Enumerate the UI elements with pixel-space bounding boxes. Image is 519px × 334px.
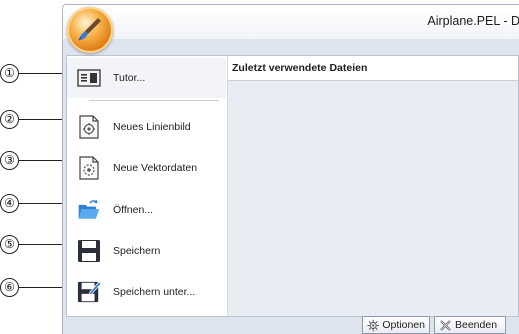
menu-item-save-as[interactable]: Speichern unter... xyxy=(67,272,226,312)
exit-button[interactable]: Beenden xyxy=(434,316,506,334)
callout-number: ① xyxy=(0,64,19,83)
menu-item-label: Öffnen... xyxy=(113,204,154,216)
tutor-icon xyxy=(77,66,101,90)
exit-label: Beenden xyxy=(455,319,498,331)
recent-files-header: Zuletzt verwendete Dateien xyxy=(228,56,518,81)
menu-item-label: Speichern xyxy=(113,245,161,257)
gear-icon xyxy=(367,319,379,331)
menu-item-tutor[interactable]: Tutor... xyxy=(67,58,226,98)
menu-item-label: Neues Linienbild xyxy=(113,121,191,133)
recent-files-pane: Zuletzt verwendete Dateien xyxy=(228,56,518,316)
new-vector-data-icon xyxy=(77,156,101,180)
callout-number: ④ xyxy=(0,194,19,213)
command-list: Tutor... Neues Linienbild Neue Vektordat… xyxy=(67,56,228,316)
menu-separator xyxy=(89,100,219,101)
app-window: Airplane.PEL - D Tutor... Neues Linienbi… xyxy=(62,4,519,334)
menu-item-label: Tutor... xyxy=(113,72,146,84)
save-disk-icon xyxy=(77,239,101,263)
callout-number: ⑤ xyxy=(0,235,19,254)
menu-item-label: Speichern unter... xyxy=(113,286,196,298)
menu-footer: Optionen Beenden xyxy=(63,316,519,334)
close-icon xyxy=(440,319,451,331)
title-bar: Airplane.PEL - D xyxy=(63,5,519,39)
menu-item-new-vector-data[interactable]: Neue Vektordaten xyxy=(67,148,226,188)
brush-icon xyxy=(78,18,101,41)
window-title: Airplane.PEL - D xyxy=(427,14,519,28)
callout-number: ③ xyxy=(0,151,19,170)
new-line-image-icon xyxy=(77,115,101,139)
menu-item-label: Neue Vektordaten xyxy=(113,162,198,174)
callout-number: ② xyxy=(0,110,19,129)
options-label: Optionen xyxy=(382,319,425,331)
save-as-icon xyxy=(77,280,101,304)
application-menu-button[interactable] xyxy=(67,7,113,53)
application-menu-panel: Tutor... Neues Linienbild Neue Vektordat… xyxy=(66,55,519,317)
callout-number: ⑥ xyxy=(0,278,19,297)
menu-item-open[interactable]: Öffnen... xyxy=(67,190,226,230)
menu-item-new-line-image[interactable]: Neues Linienbild xyxy=(67,107,226,147)
options-button[interactable]: Optionen xyxy=(362,316,430,334)
open-folder-icon xyxy=(77,198,101,222)
menu-item-save[interactable]: Speichern xyxy=(67,231,226,271)
